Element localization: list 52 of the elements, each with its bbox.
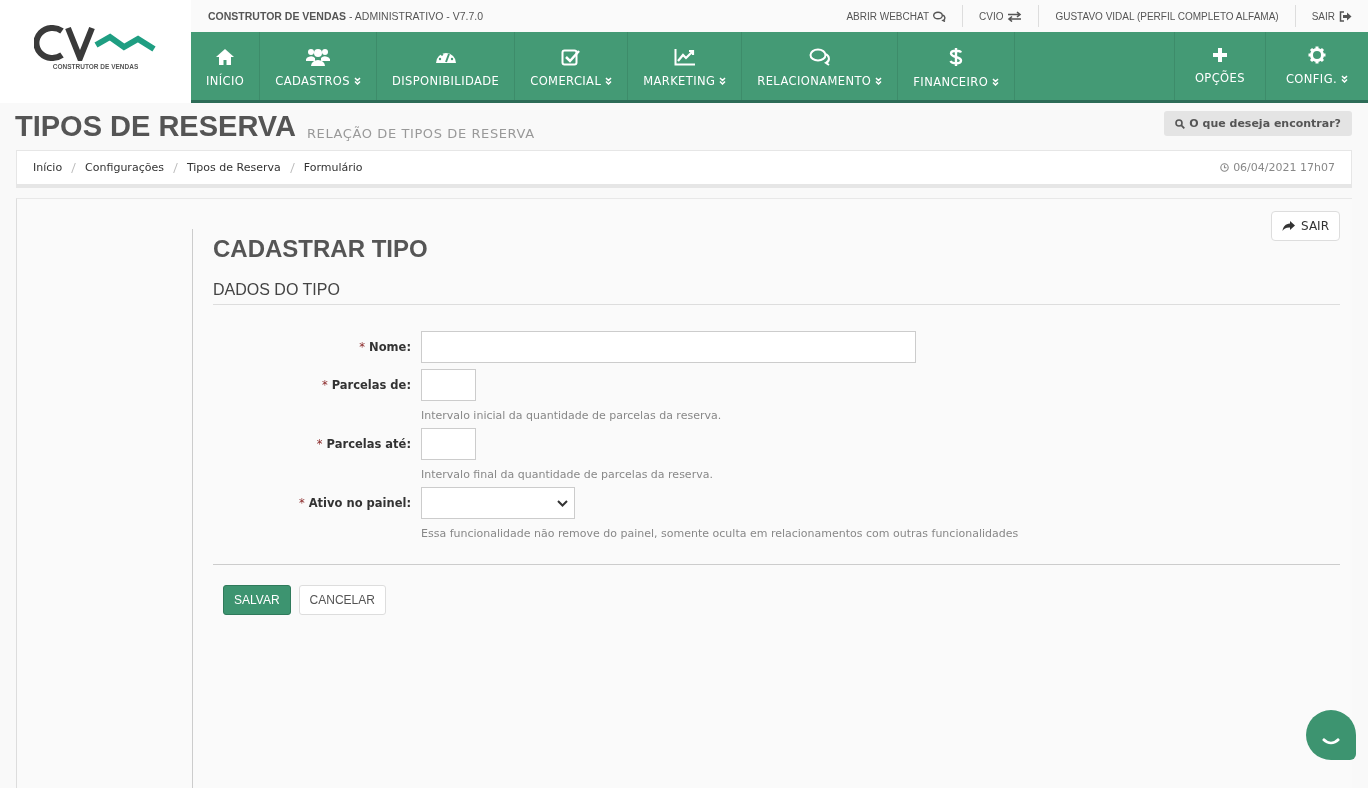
breadcrumb-link[interactable]: Tipos de Reserva [186,161,281,174]
double-chevron-icon [719,77,727,85]
top-link[interactable]: ABRIR WEBCHAT [830,5,962,27]
top-link[interactable]: GUSTAVO VIDAL (PERFIL COMPLETO ALFAMA) [1038,5,1295,27]
plus-icon [1211,47,1228,63]
breadcrumb-link[interactable]: Formulário [303,161,363,174]
page-subtitle: RELAÇÃO DE TIPOS DE RESERVA [306,126,535,141]
dollar-icon [949,47,964,67]
top-link[interactable]: CVIO [962,5,1039,27]
field-label: * Parcelas até: [315,436,412,453]
search-icon [1175,118,1186,129]
exit-button[interactable]: SAIR [1271,211,1340,241]
cancel-button[interactable]: CANCELAR [298,585,386,615]
share-arrow-icon [1282,221,1296,231]
help-text: Essa funcionalidade não remove do painel, somente oculta em relacionamentos com outras funcionalidades [421,527,1019,540]
settings-icon [1307,46,1326,64]
double-chevron-icon [605,77,613,85]
breadcrumb-link[interactable]: Configurações [85,161,164,174]
breadcrumb-link[interactable]: Início [33,161,63,174]
double-chevron-icon [992,78,1000,86]
app-title: CONSTRUTOR DE VENDAS - ADMINISTRATIVO - V7.7.0 [208,10,483,22]
top-link[interactable]: SAIR [1294,5,1368,27]
section-title: DADOS DO TIPO [213,281,1340,305]
checkbox-icon [561,48,582,66]
swap-arrows-icon [1007,10,1023,22]
page-title: TIPOS DE RESERVA [15,111,296,141]
users-icon [306,48,331,66]
double-chevron-icon [875,77,883,85]
dropdown-field[interactable] [421,487,575,519]
logout-icon [1339,10,1352,22]
line-chart-icon [673,48,696,66]
field-label: * Nome: [358,339,412,356]
timestamp: 06/04/2021 17h07 [1233,161,1335,174]
search-button[interactable]: O que deseja encontrar? [1164,111,1352,136]
smile-icon [1321,736,1341,745]
chat-icon [808,48,831,66]
input-field[interactable] [421,428,476,460]
field-label: * Ativo no painel: [297,495,412,512]
input-field[interactable] [421,331,916,363]
double-chevron-icon [353,77,361,85]
chat-icon [933,10,946,22]
field-label: * Parcelas de: [320,377,412,394]
form-title: CADASTRAR TIPO [213,234,429,263]
help-text: Intervalo inicial da quantidade de parcelas da reserva. [421,409,722,422]
chevron-down-icon [557,499,568,507]
save-button[interactable]: SALVAR [223,585,291,615]
clock-icon [1220,163,1230,172]
help-text: Intervalo final da quantidade de parcelas da reserva. [421,468,713,481]
logo-icon [33,25,158,61]
double-chevron-icon [1341,75,1348,83]
input-field[interactable] [421,369,476,401]
home-icon [215,48,236,66]
